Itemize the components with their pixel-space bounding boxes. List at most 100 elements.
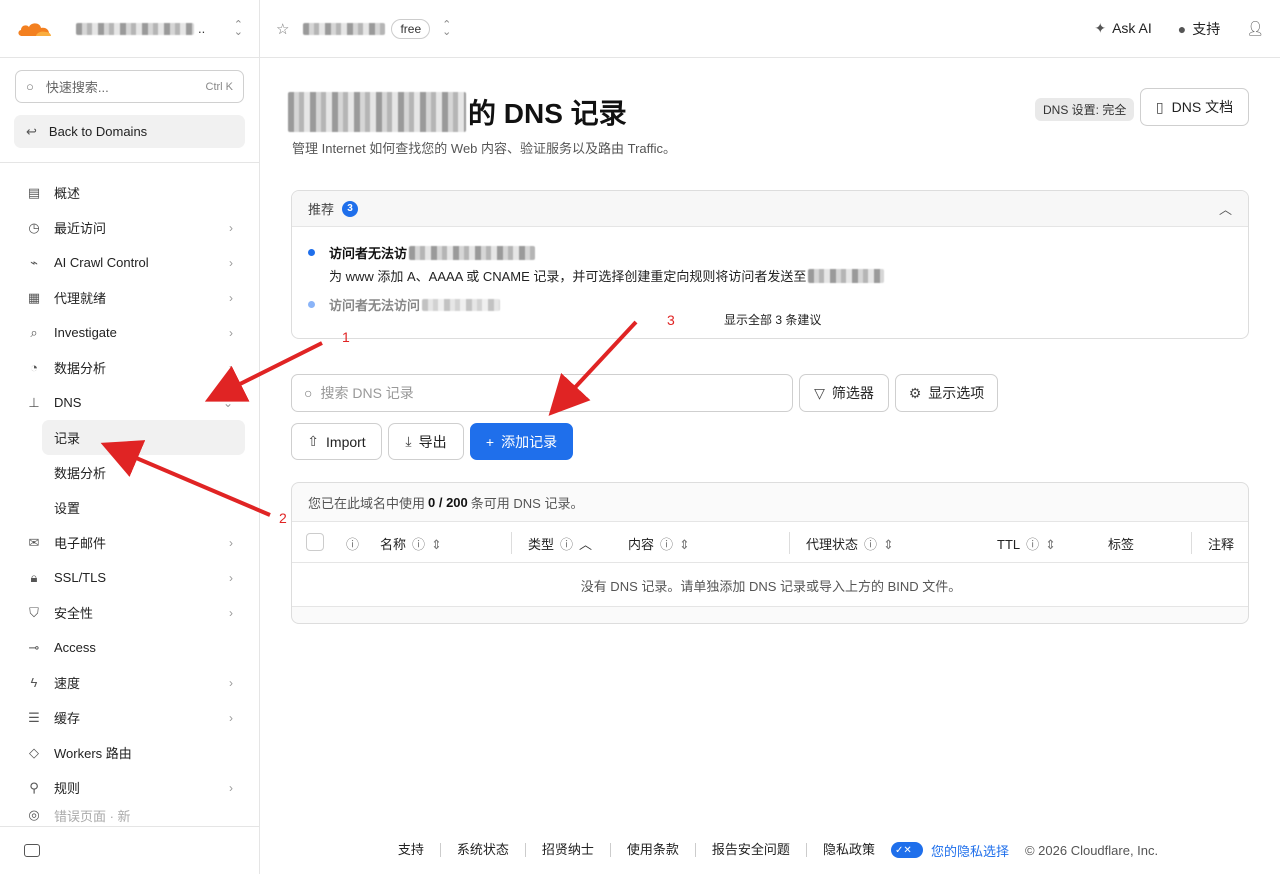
rules-icon: ⚲ — [29, 779, 39, 795]
sidebar-item-speed[interactable]: ϟ 速度 › — [14, 665, 245, 700]
show-all-recommendations-link[interactable]: 显示全部 3 条建议 — [724, 311, 821, 328]
ask-ai-label: Ask AI — [1112, 20, 1152, 36]
chevron-updown-icon[interactable]: ⌃ ⌄ — [234, 19, 243, 37]
sidebar-item-overview[interactable]: ▤ 概述 — [14, 175, 245, 210]
recommendations-header[interactable]: 推荐 3 ︿ — [292, 191, 1248, 227]
redacted-text — [808, 268, 885, 283]
shield-icon: ⛉ — [29, 604, 39, 620]
chevron-right-icon: › — [229, 535, 233, 550]
footer-link-support[interactable]: 支持 — [382, 843, 441, 857]
recommendation-item[interactable]: 访问者无法访 为 www 添加 A、AAAA 或 CNAME 记录，并可选择创建… — [308, 243, 885, 285]
page-title-row: 的 DNS 记录 — [288, 92, 627, 132]
sidebar-item-investigate[interactable]: ⌕ Investigate › — [14, 315, 245, 350]
divider — [0, 162, 259, 163]
page-subtitle: 管理 Internet 如何查找您的 Web 内容、验证服务以及路由 Traff… — [292, 141, 677, 156]
copyright: © 2026 Cloudflare, Inc. — [1024, 842, 1159, 858]
sidebar-subitem-dns-analytics[interactable]: 数据分析 — [14, 455, 245, 490]
recommendation-item[interactable]: 访问者无法访问 — [308, 295, 501, 314]
domain-name-redacted — [288, 92, 466, 132]
sidebar-item-dns[interactable]: ⊥ DNS ⌄ — [14, 385, 245, 420]
sidebar-item-ssl-tls[interactable]: 🔒︎ SSL/TLS › — [14, 560, 245, 595]
footer-link-report-security[interactable]: 报告安全问题 — [696, 843, 807, 857]
sidebar-item-recent[interactable]: ◷ 最近访问 › — [14, 210, 245, 245]
column-header-type[interactable]: 类型 ⓘ ︿ — [528, 534, 592, 553]
sidebar-subitem-dns-records[interactable]: 记录 — [42, 420, 245, 455]
sidebar-item-label: Investigate — [54, 325, 117, 340]
sidebar-item-ai-crawl-control[interactable]: ⌁ AI Crawl Control › — [14, 245, 245, 280]
import-label: Import — [326, 433, 366, 450]
account-switcher[interactable]: .. ⌃ ⌄ — [0, 0, 259, 58]
footer-link-terms[interactable]: 使用条款 — [611, 843, 696, 857]
plus-icon: + — [485, 433, 495, 450]
dns-search-input[interactable]: ○ 搜索 DNS 记录 — [291, 374, 793, 412]
recommendation-description: 为 www 添加 A、AAAA 或 CNAME 记录，并可选择创建重定向规则将访… — [329, 269, 807, 284]
gear-icon: ⚙ — [908, 384, 922, 401]
sidebar-item-access[interactable]: ⊸ Access — [14, 630, 245, 665]
empty-state-text: 没有 DNS 记录。请单独添加 DNS 记录或导入上方的 BIND 文件。 — [580, 578, 962, 594]
sidebar-item-label: DNS — [54, 395, 82, 410]
sidebar-item-label: AI Crawl Control — [54, 255, 149, 270]
add-record-button[interactable]: + 添加记录 — [470, 423, 573, 460]
clock-icon: ◷ — [28, 219, 40, 235]
column-header-ttl[interactable]: TTL ⓘ ⇕ — [997, 534, 1056, 553]
column-divider — [1191, 532, 1192, 554]
download-icon: ⤓ — [405, 433, 412, 449]
column-header-name[interactable]: 名称 ⓘ ⇕ — [380, 534, 442, 553]
sidebar-item-email[interactable]: ✉ 电子邮件 › — [14, 525, 245, 560]
sidebar-item-error-pages[interactable]: ◎ 错误页面 · 新 — [14, 805, 245, 825]
recommendation-title: 访问者无法访问 — [329, 298, 421, 313]
sidebar-item-workers-routes[interactable]: ◇ Workers 路由 — [14, 735, 245, 770]
filter-button[interactable]: ▽ 筛选器 — [799, 374, 889, 412]
column-label: TTL — [997, 537, 1021, 552]
import-button[interactable]: ⇧ Import — [291, 423, 382, 460]
chevron-right-icon: › — [229, 290, 233, 305]
sidebar-subitem-dns-settings[interactable]: 设置 — [14, 490, 245, 525]
mail-icon: ✉ — [28, 534, 40, 550]
support-label: 支持 — [1192, 20, 1221, 37]
sidebar-item-label: Access — [54, 640, 96, 655]
sidebar-collapse-icon[interactable] — [24, 844, 40, 857]
chevron-up-icon[interactable]: ︿ — [1219, 199, 1232, 218]
chevron-right-icon: › — [229, 220, 233, 235]
support-button[interactable]: ● 支持 — [1178, 19, 1220, 39]
ask-ai-button[interactable]: ✦ Ask AI — [1094, 20, 1151, 37]
zone-name-redacted — [303, 22, 386, 35]
footer-link-careers[interactable]: 招贤纳士 — [526, 843, 611, 857]
page-title: 的 DNS 记录 — [468, 98, 627, 129]
annotation-label-2: 2 — [279, 510, 287, 526]
sidebar-item-analytics[interactable]: ◔ 数据分析 › — [14, 350, 245, 385]
column-header-comments[interactable]: 注释 — [1208, 534, 1234, 553]
select-all-checkbox[interactable] — [306, 533, 324, 551]
column-label: 类型 — [528, 537, 555, 552]
chevron-right-icon: › — [229, 605, 233, 620]
quick-search-input[interactable]: ○ 快速搜索... Ctrl K — [15, 70, 244, 103]
sidebar-item-rules[interactable]: ⚲ 规则 › — [14, 770, 245, 805]
recommendations-panel: 推荐 3 ︿ 访问者无法访 为 www 添加 A、AAAA 或 CNAME 记录… — [291, 190, 1249, 339]
footer-link-status[interactable]: 系统状态 — [441, 843, 526, 857]
footer-link-privacy[interactable]: 隐私政策 — [807, 843, 891, 857]
lock-icon: 🔒︎ — [30, 569, 38, 585]
dns-docs-label: DNS 文档 — [1171, 99, 1234, 115]
sidebar-item-security[interactable]: ⛉ 安全性 › — [14, 595, 245, 630]
column-header-content[interactable]: 内容 ⓘ ⇕ — [628, 534, 690, 553]
column-header-tags[interactable]: 标签 — [1108, 534, 1134, 553]
column-header-proxy-status[interactable]: 代理状态 ⓘ ⇕ — [806, 534, 894, 553]
cloudflare-logo-icon — [16, 19, 54, 39]
sidebar-item-cache[interactable]: ☰ 缓存 › — [14, 700, 245, 735]
info-icon: ⓘ — [412, 537, 426, 552]
book-icon: ▯ — [1155, 98, 1164, 115]
info-icon: ⓘ — [864, 537, 878, 552]
privacy-choices-link[interactable]: ✓✕ 您的隐私选择 — [890, 841, 1009, 860]
back-to-domains-button[interactable]: ↩ Back to Domains — [14, 115, 245, 148]
chevron-updown-icon[interactable]: ⌃ ⌄ — [442, 19, 451, 37]
sparkle-icon: ✦ — [1094, 20, 1107, 36]
dns-docs-button[interactable]: ▯ DNS 文档 — [1140, 88, 1249, 126]
export-button[interactable]: ⤓ 导出 — [388, 423, 464, 460]
user-menu[interactable]: 👤︎ — [1246, 20, 1264, 37]
dns-records-table: 您已在此域名中使用 0 / 200 条可用 DNS 记录。 ⓘ 名称 ⓘ ⇕ 类型 ⓘ… — [291, 482, 1249, 624]
sidebar-item-proxy-ready[interactable]: ▦ 代理就绪 › — [14, 280, 245, 315]
usage-suffix: 条可用 DNS 记录。 — [470, 495, 584, 511]
star-icon[interactable]: ☆ — [276, 20, 289, 38]
display-options-button[interactable]: ⚙ 显示选项 — [895, 374, 998, 412]
table-body: ⓘ 名称 ⓘ ⇕ 类型 ⓘ ︿ 内容 ⓘ ⇕ 代理状态 ⓘ ⇕ TTL ⓘ ⇕ 标签 注释 没有 D… — [292, 521, 1248, 607]
